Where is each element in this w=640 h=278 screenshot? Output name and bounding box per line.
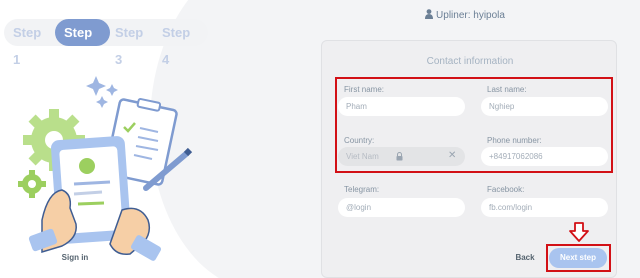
step-1: Step 1: [13, 25, 42, 67]
next-button-highlight-box: [546, 244, 611, 272]
user-icon: [425, 9, 434, 19]
step-3: Step 3: [115, 25, 144, 67]
upliner-text: Upliner: hyipola: [436, 10, 505, 21]
onboarding-illustration: [18, 76, 193, 261]
facebook-input[interactable]: fb.com/login: [481, 198, 608, 217]
step-progress: Step 1 Step 2 Step 3 Step 4: [4, 19, 208, 67]
form-title: Contact information: [426, 56, 514, 67]
fields-highlight-box: [335, 77, 613, 173]
illustration-panel: Step 1 Step 2 Step 3 Step 4: [0, 0, 290, 278]
step-4: Step 4: [162, 25, 191, 67]
telegram-input[interactable]: @login: [338, 198, 465, 217]
step-2-active: Step 2: [55, 19, 110, 67]
back-button[interactable]: Back: [509, 248, 541, 268]
upliner-info: Upliner: hyipola: [290, 9, 640, 21]
facebook-label: Facebook:: [487, 185, 525, 194]
down-arrow-icon: [569, 222, 589, 242]
sign-in-button[interactable]: Sign in: [50, 248, 100, 268]
telegram-label: Telegram:: [344, 185, 380, 194]
